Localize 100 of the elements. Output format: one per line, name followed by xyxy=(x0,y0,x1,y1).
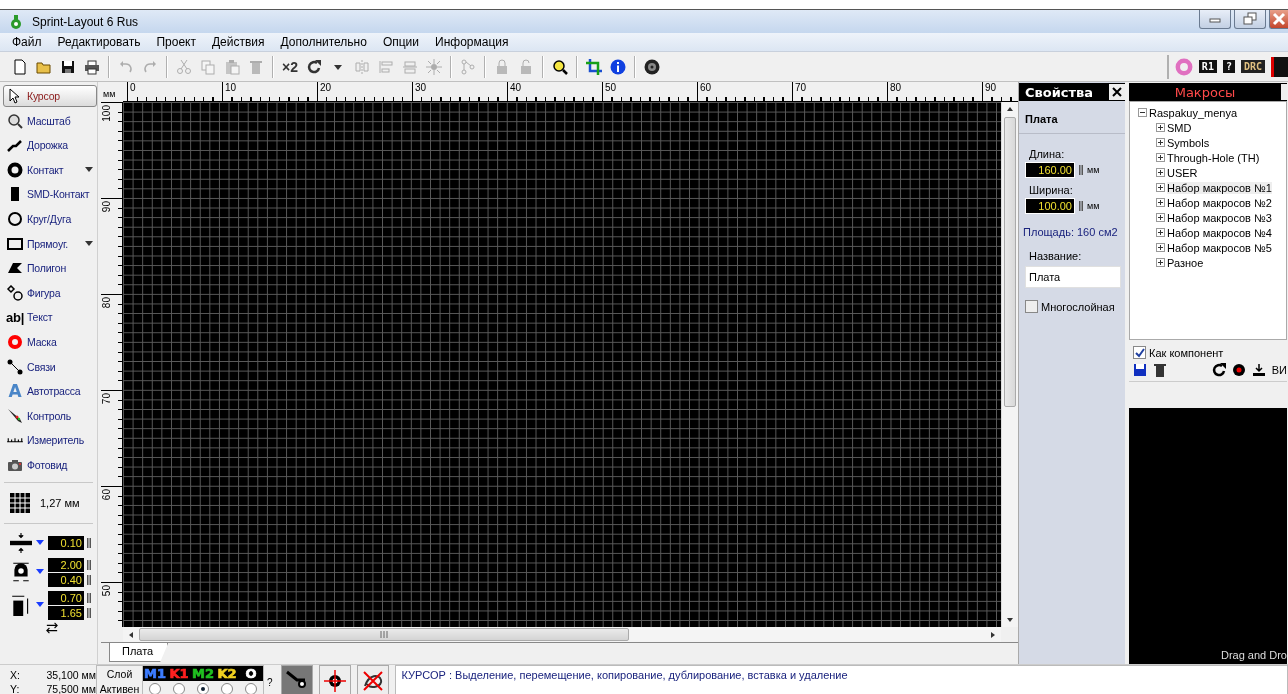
menu-item[interactable]: Проект xyxy=(148,35,204,49)
printer-icon[interactable] xyxy=(84,58,100,75)
component-id-button[interactable]: R1 xyxy=(1198,60,1217,73)
grid-icon[interactable] xyxy=(10,492,30,513)
tree-item[interactable]: Набор макросов №3 xyxy=(1167,211,1272,224)
expand-icon[interactable] xyxy=(1156,258,1165,267)
spin-handle-icon[interactable] xyxy=(86,573,92,586)
expand-icon[interactable] xyxy=(1156,243,1165,252)
expand-icon[interactable] xyxy=(1156,168,1165,177)
expand-icon[interactable] xyxy=(1156,198,1165,207)
ring-icon[interactable] xyxy=(1174,57,1193,76)
size-field[interactable]: 2.00 xyxy=(48,557,84,572)
horizontal-scrollbar[interactable] xyxy=(123,627,1001,642)
toolbar-button[interactable] xyxy=(1271,56,1288,77)
tool-button[interactable]: Контакт xyxy=(3,158,97,181)
layer-label[interactable]: M2 xyxy=(192,668,214,679)
tree-item[interactable]: SMD xyxy=(1167,121,1192,134)
menu-item[interactable]: Редактировать xyxy=(49,35,149,49)
size-field[interactable]: 0.70 xyxy=(48,590,84,605)
layer-label[interactable]: M1 xyxy=(144,668,166,679)
close-button[interactable] xyxy=(1109,84,1125,100)
spin-handle-icon[interactable] xyxy=(86,606,92,619)
magnifier-icon[interactable] xyxy=(552,58,568,75)
tool-button[interactable]: Связи xyxy=(3,355,97,378)
swap-icon[interactable] xyxy=(44,621,60,634)
scrollbar-thumb[interactable] xyxy=(139,628,629,641)
size-field[interactable]: 1.65 xyxy=(48,605,84,620)
document-icon[interactable] xyxy=(12,58,28,75)
size-field[interactable]: 0.10 xyxy=(48,535,84,550)
checkbox[interactable] xyxy=(1133,346,1146,359)
spin-handle-icon[interactable] xyxy=(86,558,92,571)
disable-connections-button[interactable] xyxy=(356,665,389,694)
menu-item[interactable]: Опции xyxy=(374,35,428,49)
view-button[interactable]: ВИ xyxy=(1271,364,1287,376)
expand-icon[interactable] xyxy=(1156,123,1165,132)
tool-button[interactable]: Круг/Дуга xyxy=(3,207,97,230)
name-field[interactable]: Плата xyxy=(1025,266,1121,288)
tree-item[interactable]: Through-Hole (TH) xyxy=(1167,151,1260,164)
crop-icon[interactable] xyxy=(586,58,602,75)
menu-item[interactable]: Дополнительно xyxy=(272,35,375,49)
tool-button[interactable]: ab| Текст xyxy=(3,306,97,329)
scroll-up-icon[interactable] xyxy=(1006,105,1014,113)
checkbox[interactable] xyxy=(1025,300,1038,313)
size-field[interactable]: 0.40 xyxy=(48,572,84,587)
scroll-left-icon[interactable] xyxy=(127,630,135,639)
menu-item[interactable]: Файл xyxy=(4,35,50,49)
number-field[interactable]: 160.00 xyxy=(1025,162,1075,178)
radio-button[interactable] xyxy=(173,682,185,694)
spin-handle-icon[interactable] xyxy=(86,591,92,604)
spin-handle-icon[interactable] xyxy=(1078,164,1084,176)
record-icon[interactable] xyxy=(1231,363,1246,377)
restore-button[interactable] xyxy=(1234,10,1266,29)
tree-item[interactable]: Набор макросов №2 xyxy=(1167,196,1272,209)
tool-button[interactable]: Маска xyxy=(3,330,97,353)
tree-item[interactable]: Raspakuy_menya xyxy=(1149,106,1238,119)
tool-button[interactable]: Фотовид xyxy=(3,453,97,476)
tool-button[interactable]: Фигура xyxy=(3,281,97,304)
tree-item[interactable]: USER xyxy=(1167,166,1198,179)
tool-button[interactable]: Дорожка xyxy=(3,134,97,157)
import-icon[interactable] xyxy=(1251,363,1266,377)
tool-button[interactable]: Курсор xyxy=(3,85,97,107)
menu-item[interactable]: Информация xyxy=(427,35,517,49)
expand-icon[interactable] xyxy=(1156,153,1165,162)
collapse-icon[interactable] xyxy=(1138,108,1147,117)
scroll-right-icon[interactable] xyxy=(989,630,997,639)
info-icon[interactable] xyxy=(610,58,626,75)
crosshair-button[interactable] xyxy=(318,665,351,694)
radio-button[interactable] xyxy=(245,682,257,694)
spin-handle-icon[interactable] xyxy=(1078,200,1084,212)
tree-item[interactable]: Разное xyxy=(1167,256,1204,269)
scrollbar-thumb[interactable] xyxy=(1004,117,1016,407)
layer-label[interactable]: K1 xyxy=(169,668,189,679)
spin-handle-icon[interactable] xyxy=(86,536,92,549)
tool-button[interactable]: SMD-Контакт xyxy=(3,183,97,206)
rotate-icon[interactable] xyxy=(306,58,322,75)
tool-button[interactable]: Прямоуг. xyxy=(3,232,97,255)
expand-icon[interactable] xyxy=(1156,228,1165,237)
layer-label[interactable]: K2 xyxy=(217,668,237,679)
gear-icon[interactable] xyxy=(644,58,660,75)
help-button[interactable]: ? xyxy=(1222,60,1235,73)
tool-button[interactable]: Масштаб xyxy=(3,109,97,132)
tool-button[interactable]: A Автотрасса xyxy=(3,380,97,403)
trash-icon[interactable] xyxy=(1153,363,1167,377)
tree-item[interactable]: Набор макросов №1 xyxy=(1167,181,1272,194)
minimize-button[interactable] xyxy=(1199,10,1231,29)
expand-icon[interactable] xyxy=(1156,213,1165,222)
number-field[interactable]: 100.00 xyxy=(1025,198,1075,214)
radio-button[interactable] xyxy=(149,682,161,694)
tool-button[interactable]: Измеритель xyxy=(3,429,97,452)
duplicate-button[interactable]: ×2 xyxy=(278,55,302,78)
radio-button[interactable] xyxy=(221,682,233,694)
tree-item[interactable]: Symbols xyxy=(1167,136,1210,149)
sheet-tab[interactable]: Плата xyxy=(109,643,169,662)
tree-item[interactable]: Набор макросов №5 xyxy=(1167,241,1272,254)
expand-icon[interactable] xyxy=(1156,183,1165,192)
expand-icon[interactable] xyxy=(1156,138,1165,147)
scroll-down-icon[interactable] xyxy=(1006,616,1014,624)
drc-button[interactable]: DRC xyxy=(1240,60,1265,73)
menu-item[interactable]: Действия xyxy=(203,35,273,49)
radio-button[interactable] xyxy=(197,682,209,694)
